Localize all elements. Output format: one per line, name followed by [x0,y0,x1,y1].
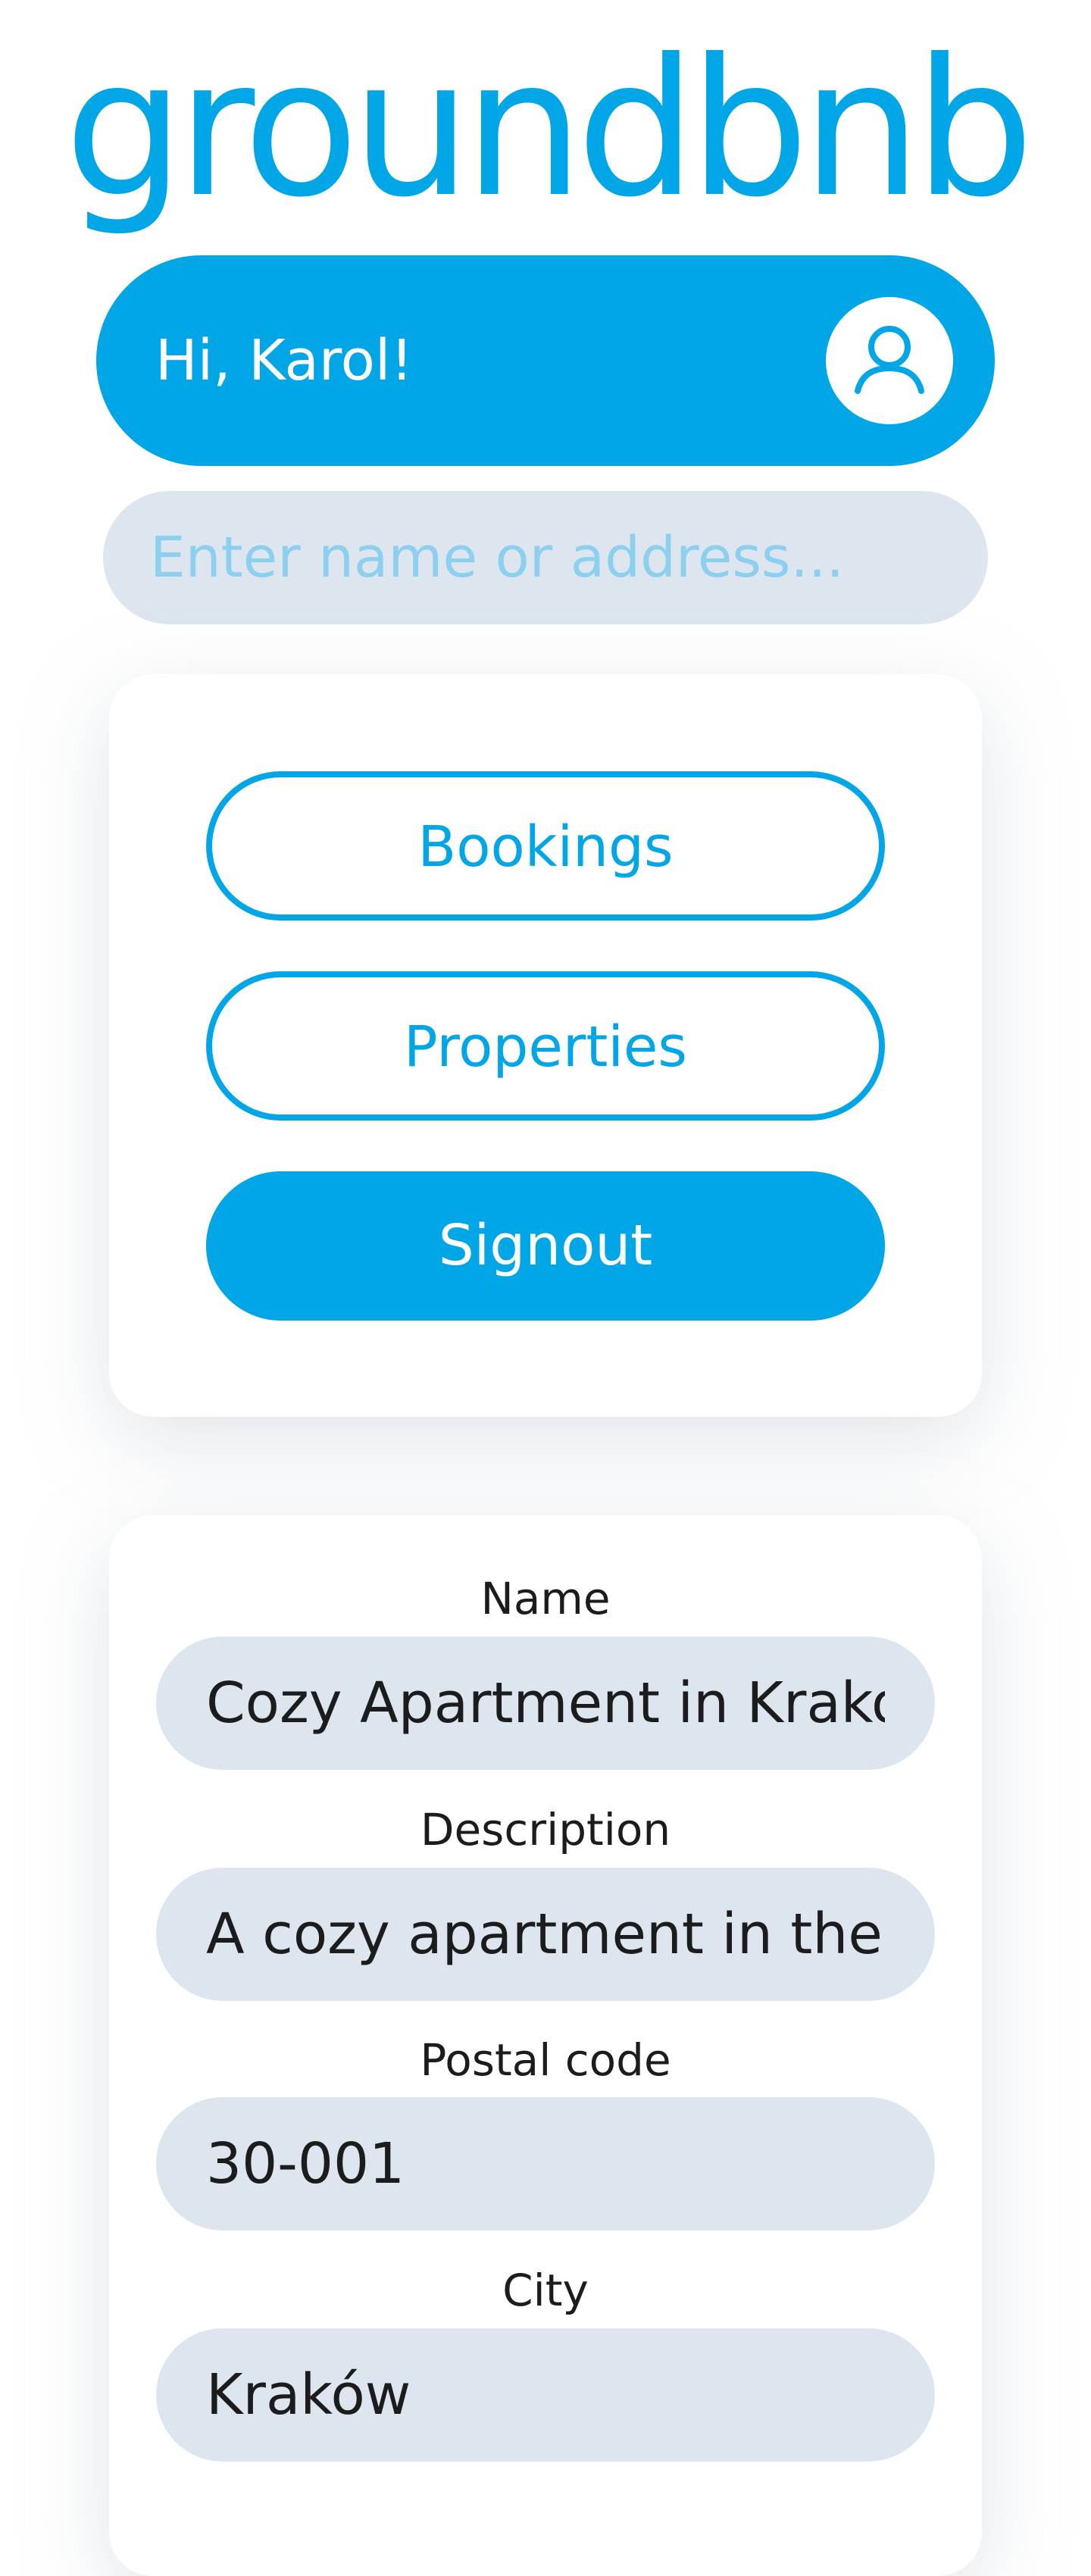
description-label: Description [420,1804,671,1855]
properties-button[interactable]: Properties [206,971,885,1121]
name-label: Name [480,1573,611,1624]
description-field[interactable] [156,1868,935,2001]
greeting-text: Hi, Karol! [155,328,414,393]
city-label: City [502,2265,589,2316]
user-header-bar: Hi, Karol! [96,255,995,466]
postal-code-field[interactable] [156,2097,935,2231]
app-logo: groundbnb [64,18,1034,239]
signout-button[interactable]: Signout [206,1171,885,1321]
user-icon [855,326,924,394]
name-field[interactable] [156,1637,935,1770]
bookings-button[interactable]: Bookings [206,771,885,921]
search-input[interactable] [103,491,988,624]
city-field[interactable] [156,2328,935,2462]
postal-code-label: Postal code [420,2034,671,2086]
navigation-menu: Bookings Properties Signout [109,674,982,1417]
user-avatar-button[interactable] [826,297,953,424]
property-form: Name Description Postal code City [109,1515,982,2576]
